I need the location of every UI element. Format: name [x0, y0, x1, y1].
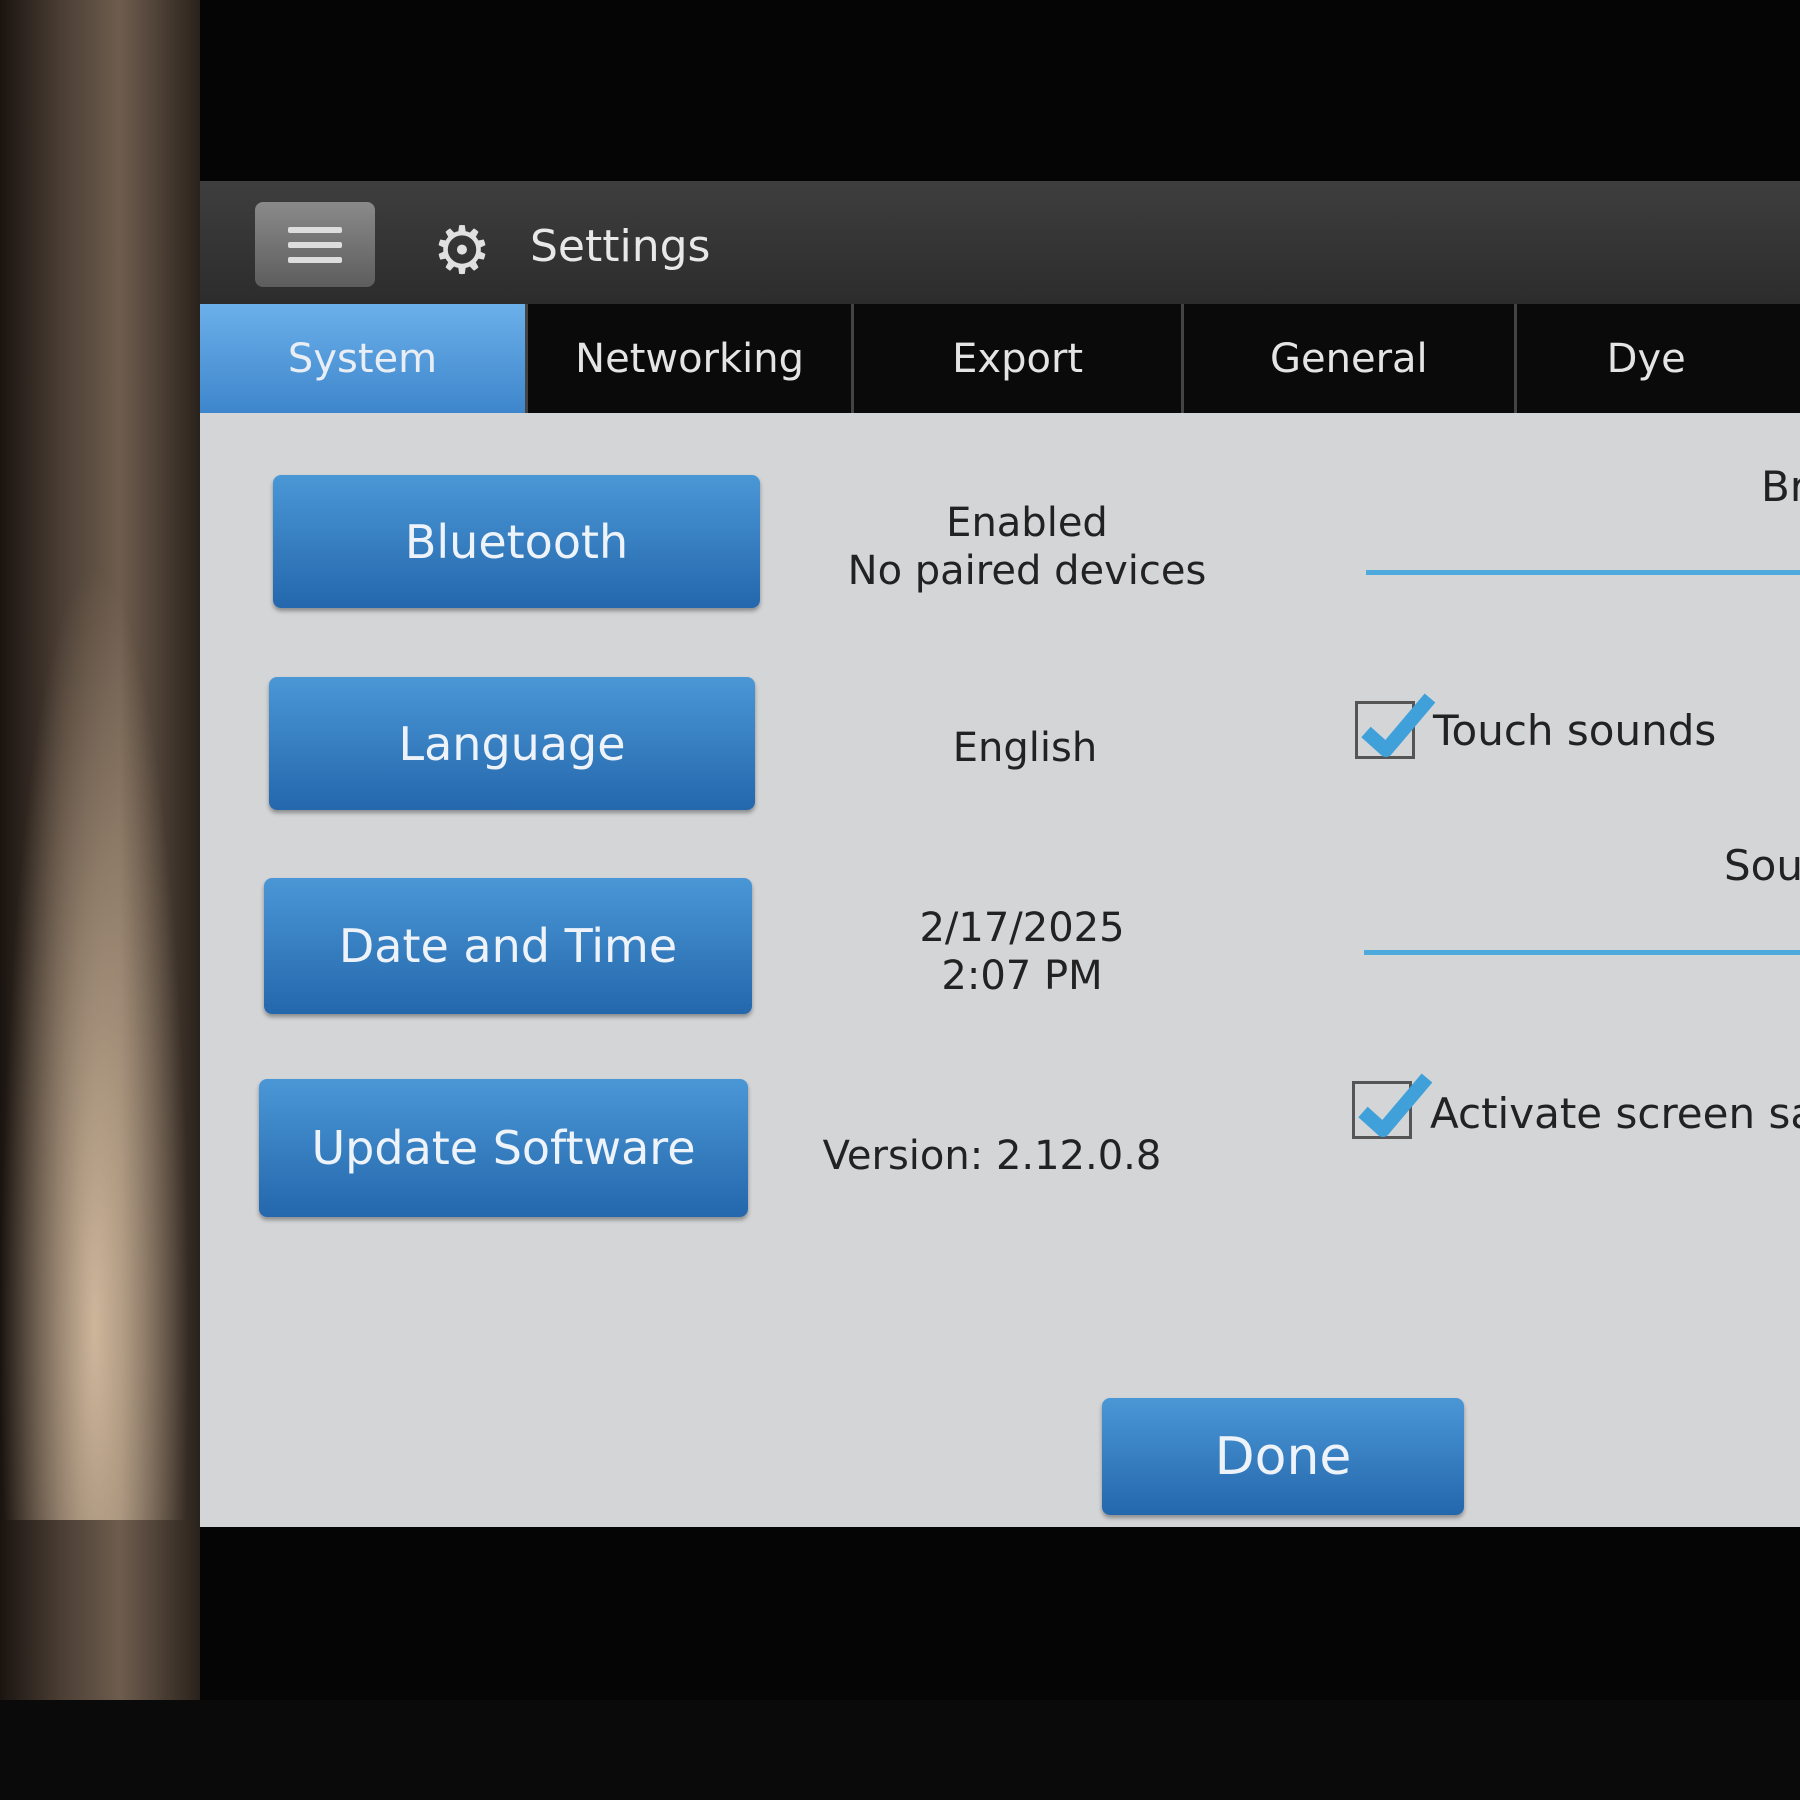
version-value: Version: 2.12.0.8 — [822, 1133, 1162, 1179]
date-time-button[interactable]: Date and Time — [264, 878, 752, 1014]
settings-screen: ⚙ Settings System Networking Export Gene… — [200, 181, 1800, 1527]
title-bar: ⚙ Settings — [200, 181, 1800, 304]
time-text: 2:07 PM — [941, 953, 1103, 999]
bluetooth-enabled-text: Enabled — [946, 500, 1108, 546]
touch-sounds-checkbox[interactable] — [1355, 693, 1436, 759]
checkmark-icon — [1358, 1073, 1433, 1137]
tab-general[interactable]: General — [1184, 304, 1517, 413]
touch-sounds-label: Touch sounds — [1433, 706, 1717, 755]
tab-system[interactable]: System — [200, 304, 529, 413]
bluetooth-paired-text: No paired devices — [847, 548, 1207, 594]
page-title: Settings — [530, 221, 711, 272]
screensaver-checkbox[interactable] — [1352, 1073, 1433, 1139]
menu-button[interactable] — [255, 202, 375, 287]
brightness-label: Br — [1761, 462, 1800, 511]
device-frame-bottom — [0, 1700, 1800, 1800]
tab-bar: System Networking Export General Dye — [200, 304, 1800, 413]
light-glare — [0, 560, 190, 1520]
sound-label: Sou — [1724, 841, 1800, 890]
date-text: 2/17/2025 — [919, 905, 1125, 951]
tab-export[interactable]: Export — [854, 304, 1185, 413]
gear-icon: ⚙ — [432, 212, 492, 289]
update-software-button[interactable]: Update Software — [259, 1079, 748, 1217]
sound-slider[interactable] — [1364, 950, 1800, 955]
done-button[interactable]: Done — [1102, 1398, 1464, 1515]
language-button[interactable]: Language — [269, 677, 755, 810]
bluetooth-button[interactable]: Bluetooth — [273, 475, 760, 608]
bluetooth-status: Enabled No paired devices — [767, 499, 1287, 595]
language-value: English — [952, 725, 1098, 771]
tab-networking[interactable]: Networking — [528, 304, 855, 413]
brightness-slider[interactable] — [1366, 570, 1800, 575]
hamburger-icon — [288, 226, 342, 233]
checkmark-icon — [1361, 693, 1436, 757]
tab-dye[interactable]: Dye — [1517, 304, 1800, 413]
screensaver-label: Activate screen sav — [1430, 1089, 1800, 1138]
date-time-display: 2/17/2025 2:07 PM — [762, 904, 1282, 1000]
